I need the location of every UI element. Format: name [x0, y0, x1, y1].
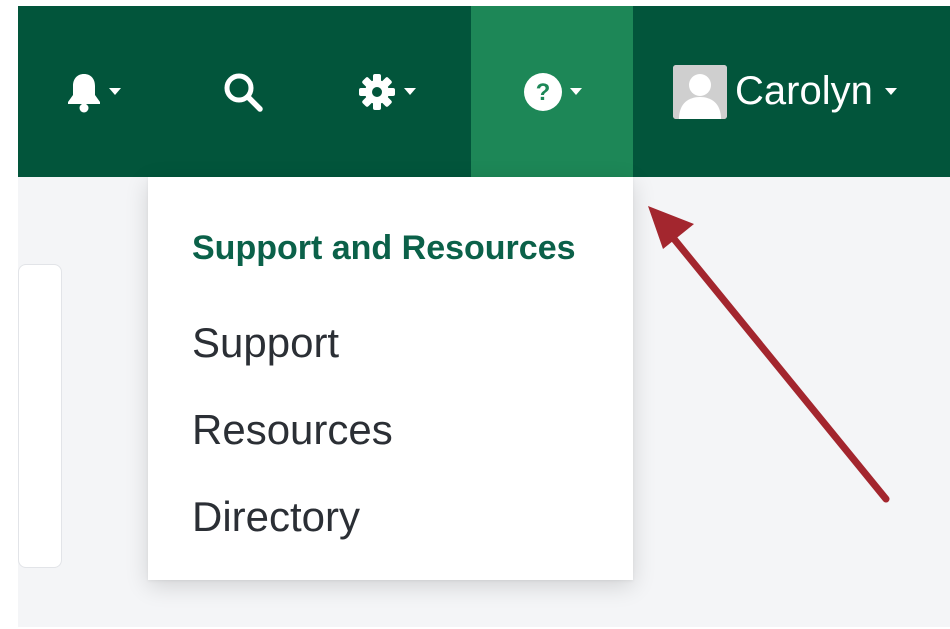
help-menu[interactable]: ?	[471, 6, 633, 177]
gear-icon	[359, 73, 395, 110]
chevron-down-icon	[884, 88, 897, 95]
content-card	[18, 264, 62, 568]
app-frame: ? Carolyn Support and Resources Support …	[18, 6, 950, 627]
menu-item-support[interactable]: Support	[192, 319, 339, 367]
chevron-down-icon	[404, 88, 416, 95]
svg-text:?: ?	[536, 79, 551, 106]
top-navbar: ? Carolyn	[18, 6, 950, 177]
help-dropdown-menu: Support and Resources Support Resources …	[148, 177, 633, 580]
notifications-menu[interactable]	[48, 6, 138, 177]
user-menu[interactable]: Carolyn	[673, 6, 933, 177]
chevron-down-icon	[570, 88, 582, 95]
search-button[interactable]	[198, 6, 288, 177]
question-circle-icon: ?	[524, 72, 562, 111]
user-name: Carolyn	[735, 69, 873, 113]
menu-item-directory[interactable]: Directory	[192, 493, 360, 541]
settings-menu[interactable]	[336, 6, 436, 177]
menu-item-resources[interactable]: Resources	[192, 406, 393, 454]
bell-icon	[68, 73, 100, 112]
dropdown-header: Support and Resources	[192, 229, 576, 267]
search-icon	[224, 73, 263, 112]
chevron-down-icon	[109, 88, 121, 95]
user-avatar-icon	[673, 64, 727, 119]
